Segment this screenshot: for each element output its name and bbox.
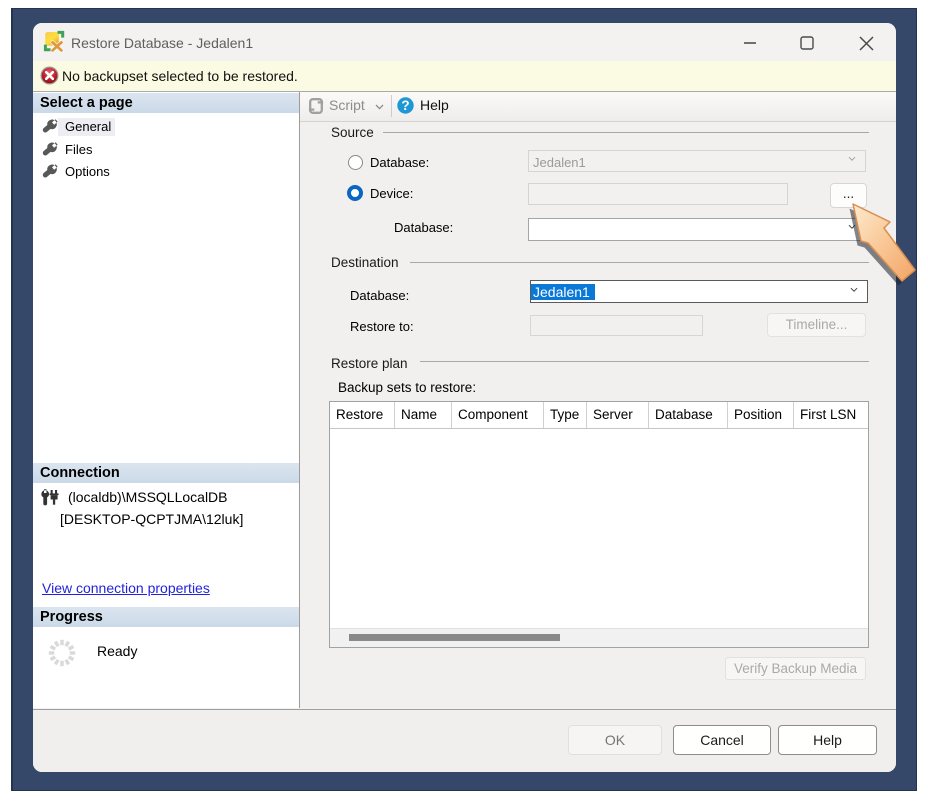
svg-text:?: ? bbox=[401, 98, 409, 113]
